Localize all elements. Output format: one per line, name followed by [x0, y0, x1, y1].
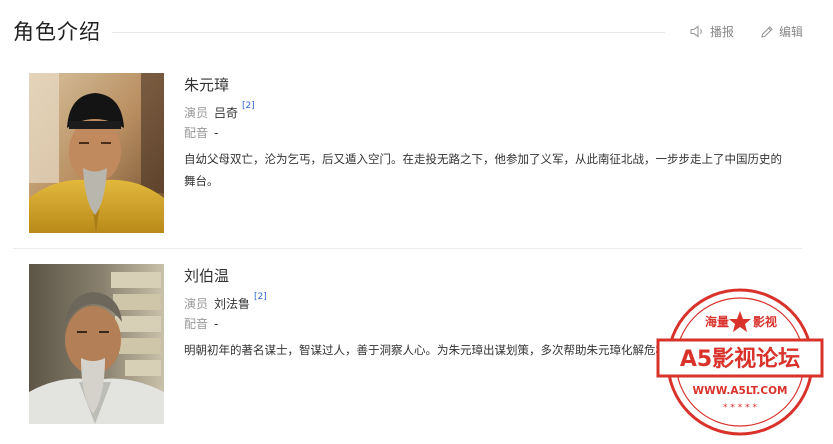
dub-label: 配音 [184, 126, 209, 140]
stamp-banner: A5影视论坛 [680, 346, 800, 372]
edit-label: 编辑 [779, 25, 804, 39]
role-name: 朱元璋 [184, 76, 230, 94]
actor-row: 演员 吕奇 [2] [184, 101, 794, 120]
section-header: 角色介绍 播报 编辑 [0, 0, 833, 62]
role-photo[interactable] [29, 73, 164, 233]
role-photo[interactable] [29, 264, 164, 424]
watermark-stamp: 海量 影视 A5影视论坛 WWW.A5LT.COM * * * * * [655, 284, 825, 439]
actor-label: 演员 [184, 106, 209, 120]
pencil-icon [761, 25, 773, 38]
stamp-text-top-right: 影视 [753, 314, 777, 329]
actor-name[interactable]: 吕奇 [214, 106, 238, 120]
dub-row: 配音 - [184, 125, 794, 142]
stamp-url: WWW.A5LT.COM [693, 385, 788, 397]
role-divider [13, 248, 802, 249]
actor-label: 演员 [184, 297, 209, 311]
header-divider [112, 32, 665, 33]
play-label: 播报 [710, 25, 735, 39]
role-info: 朱元璋 演员 吕奇 [2] 配音 - 自幼父母双亡，沦为乞丐，后又遁入空门。在走投无路… [184, 73, 794, 192]
speaker-icon [690, 25, 702, 38]
edit-button[interactable]: 编辑 [760, 23, 803, 40]
reference-link[interactable]: [2] [242, 101, 255, 111]
page-title: 角色介绍 [13, 20, 101, 44]
actor-name[interactable]: 刘法鲁 [214, 297, 250, 311]
role-description: 自幼父母双亡，沦为乞丐，后又遁入空门。在走投无路之下，他参加了义军，从此南征北战… [184, 152, 782, 188]
reference-link[interactable]: [2] [254, 292, 267, 302]
dub-value: - [214, 317, 219, 331]
stamp-stars: * * * * * [723, 403, 757, 413]
role-card: 朱元璋 演员 吕奇 [2] 配音 - 自幼父母双亡，沦为乞丐，后又遁入空门。在走投无路… [0, 73, 833, 249]
dub-value: - [214, 126, 219, 140]
stamp-text-top-left: 海量 [705, 314, 729, 329]
dub-label: 配音 [184, 317, 209, 331]
play-button[interactable]: 播报 [690, 23, 734, 40]
